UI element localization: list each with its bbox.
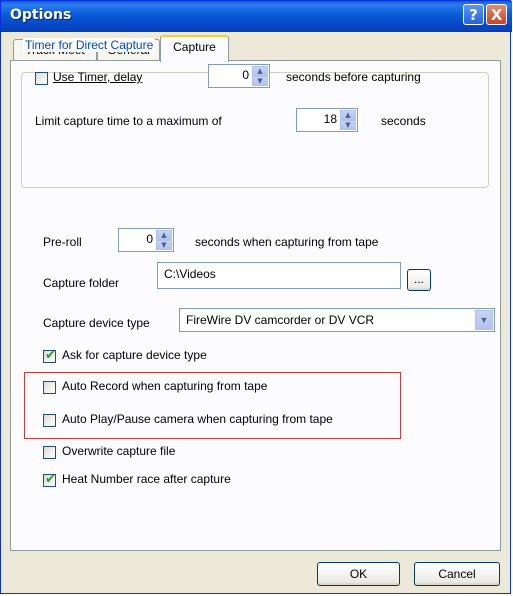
device-type-select[interactable]: FireWire DV camcorder or DV VCR ▼ bbox=[179, 308, 495, 332]
auto-record-checkbox[interactable] bbox=[43, 381, 56, 394]
capture-folder-label: Capture folder bbox=[43, 276, 120, 290]
spin-up-icon[interactable]: ▲ bbox=[340, 110, 356, 120]
delay-suffix: seconds before capturing bbox=[286, 70, 421, 84]
options-dialog: Options ? X Track Meet General Capture T… bbox=[0, 0, 512, 594]
timer-group-legend: Timer for Direct Capture bbox=[23, 38, 156, 52]
device-type-label: Capture device type bbox=[43, 316, 150, 330]
heat-number-checkbox[interactable]: ✔ bbox=[43, 472, 56, 487]
spin-down-icon[interactable]: ▼ bbox=[252, 76, 268, 86]
spin-down-icon[interactable]: ▼ bbox=[340, 120, 356, 130]
limit-spinner[interactable]: 18 ▲ ▼ bbox=[296, 108, 358, 132]
preroll-value: 0 bbox=[146, 232, 153, 246]
limit-suffix: seconds bbox=[381, 114, 426, 128]
spin-down-icon[interactable]: ▼ bbox=[156, 240, 172, 250]
delay-value: 0 bbox=[242, 68, 249, 82]
delay-spinner[interactable]: 0 ▲ ▼ bbox=[208, 64, 270, 88]
heat-number-label[interactable]: Heat Number race after capture bbox=[62, 472, 231, 486]
overwrite-capture-checkbox[interactable] bbox=[43, 446, 56, 459]
tab-capture[interactable]: Capture bbox=[160, 35, 229, 62]
window-title: Options bbox=[10, 7, 72, 23]
auto-record-label[interactable]: Auto Record when capturing from tape bbox=[62, 379, 267, 393]
preroll-label: Pre-roll bbox=[43, 235, 82, 249]
preroll-spinner[interactable]: 0 ▲ ▼ bbox=[118, 228, 174, 252]
use-timer-checkbox[interactable] bbox=[35, 72, 48, 85]
limit-value: 18 bbox=[323, 112, 337, 126]
auto-play-pause-label[interactable]: Auto Play/Pause camera when capturing fr… bbox=[62, 412, 333, 426]
overwrite-capture-label[interactable]: Overwrite capture file bbox=[62, 444, 175, 458]
spin-up-icon[interactable]: ▲ bbox=[252, 66, 268, 76]
ok-button[interactable]: OK bbox=[317, 562, 400, 586]
capture-folder-input[interactable]: C:\Videos bbox=[157, 262, 401, 289]
checkmark-icon: ✔ bbox=[45, 348, 56, 363]
device-type-value: FireWire DV camcorder or DV VCR bbox=[186, 313, 375, 327]
timer-groupbox bbox=[21, 72, 489, 188]
preroll-suffix: seconds when capturing from tape bbox=[195, 235, 379, 249]
title-bar[interactable]: Options ? X bbox=[1, 1, 512, 32]
use-timer-label[interactable]: Use Timer, delay bbox=[53, 70, 142, 84]
checkmark-icon: ✔ bbox=[45, 472, 56, 487]
spin-up-icon[interactable]: ▲ bbox=[156, 230, 172, 240]
ask-device-type-label[interactable]: Ask for capture device type bbox=[62, 348, 207, 362]
auto-play-pause-checkbox[interactable] bbox=[43, 414, 56, 427]
cancel-button[interactable]: Cancel bbox=[414, 562, 500, 586]
help-button[interactable]: ? bbox=[463, 4, 484, 25]
chevron-down-icon[interactable]: ▼ bbox=[475, 310, 493, 330]
browse-folder-button[interactable]: ... bbox=[407, 269, 431, 291]
ask-device-type-checkbox[interactable]: ✔ bbox=[43, 348, 56, 363]
limit-label: Limit capture time to a maximum of bbox=[35, 114, 222, 128]
close-button[interactable]: X bbox=[486, 4, 507, 25]
